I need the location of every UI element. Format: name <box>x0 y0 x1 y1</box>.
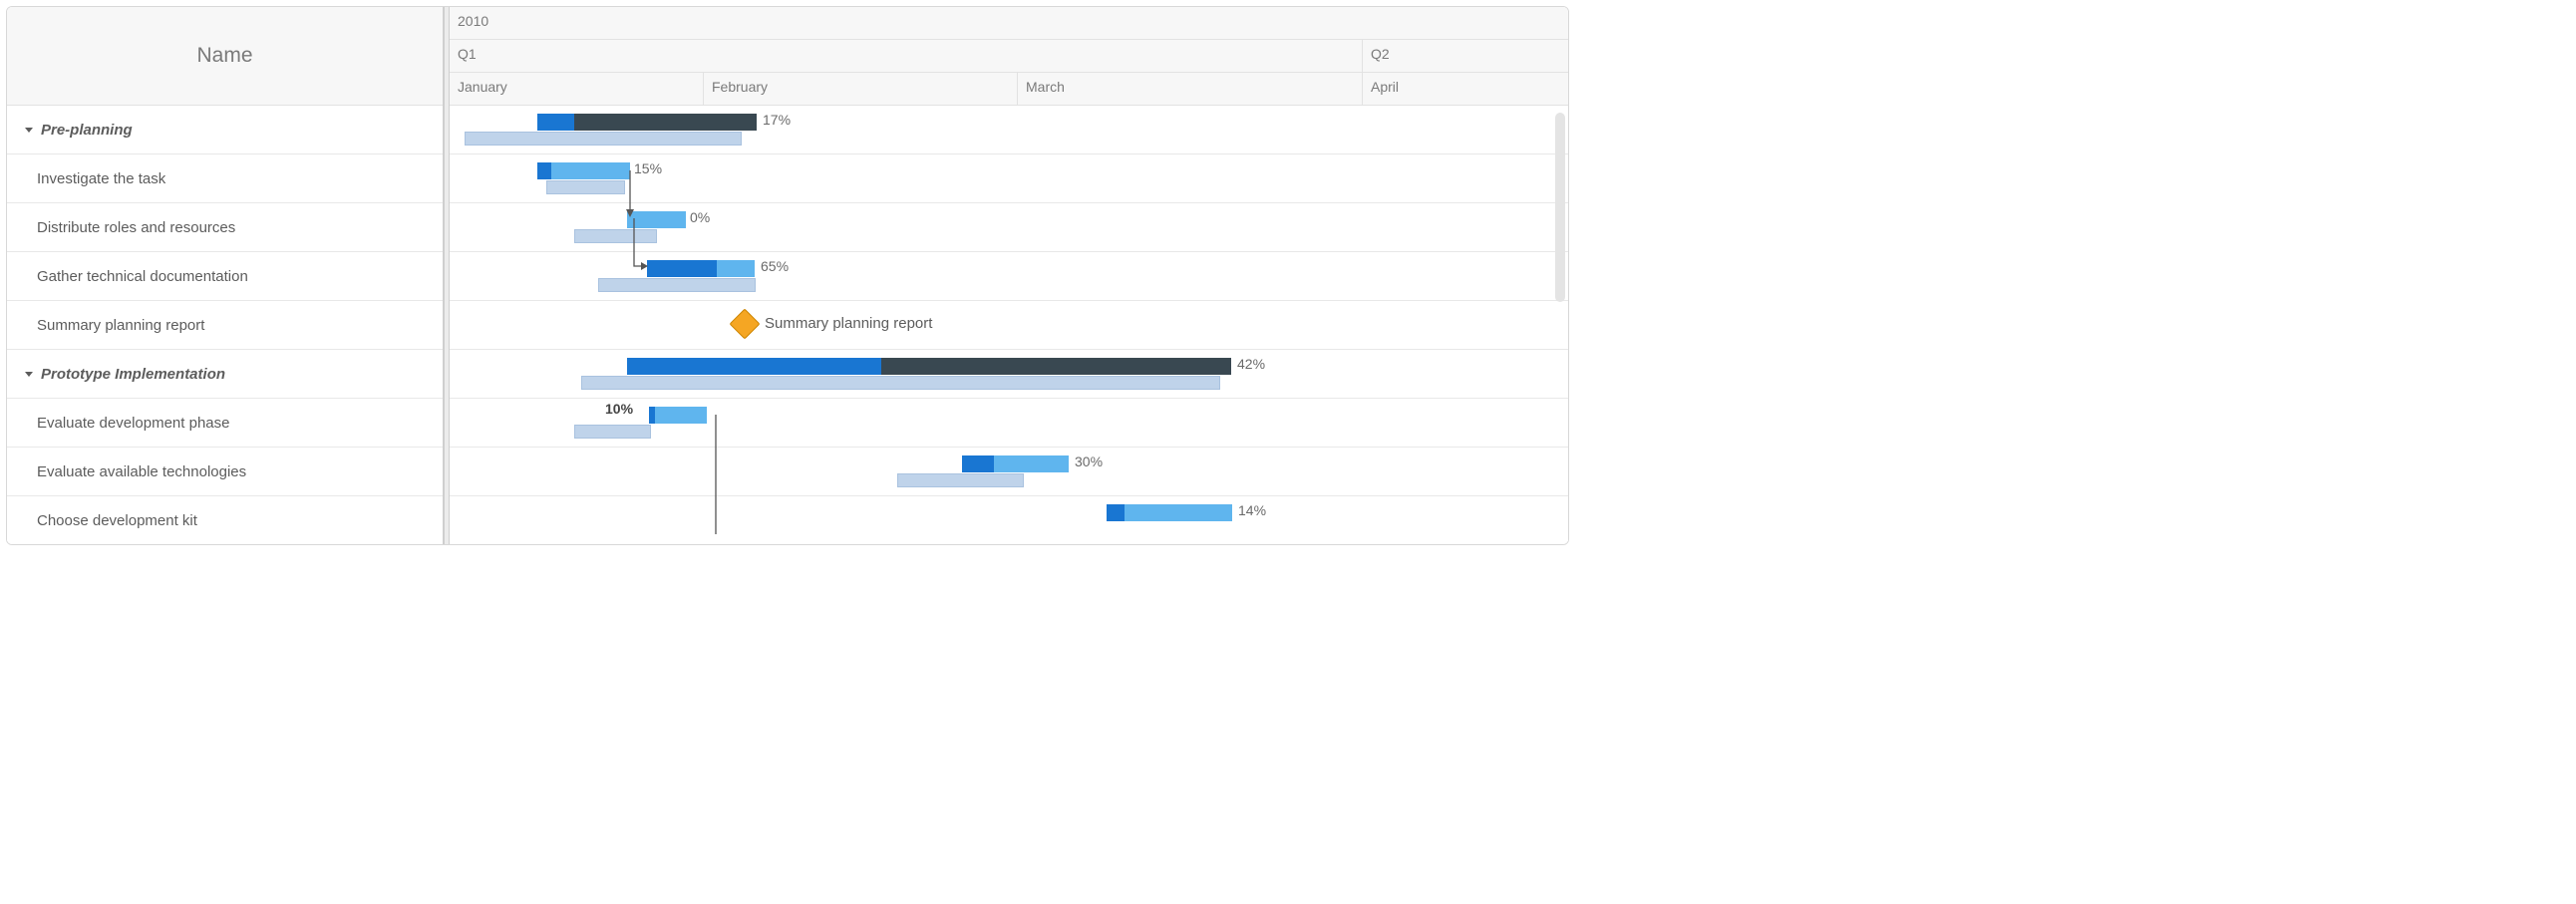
task-row[interactable]: Gather technical documentation <box>7 252 443 301</box>
task-label: Pre-planning <box>41 122 133 139</box>
milestone-label: Summary planning report <box>765 315 932 332</box>
progress-label: 65% <box>761 258 789 274</box>
timeline-header: 2010 Q1 Q2 January February March April <box>450 7 1568 106</box>
task-bar-eval-dev[interactable] <box>649 407 707 424</box>
task-label: Choose development kit <box>37 512 197 529</box>
progress-label: 14% <box>1238 502 1266 518</box>
task-label: Investigate the task <box>37 170 165 187</box>
progress-label: 10% <box>605 401 633 417</box>
task-bar-gather[interactable] <box>647 260 755 277</box>
task-row[interactable]: Distribute roles and resources <box>7 203 443 252</box>
progress-label: 30% <box>1075 453 1103 469</box>
task-row[interactable]: Choose development kit <box>7 496 443 545</box>
hdr-mar: March <box>1018 73 1363 106</box>
task-label: Gather technical documentation <box>37 268 248 285</box>
timeline-body[interactable]: 17% 15% 0% 65% <box>450 106 1568 544</box>
task-label: Summary planning report <box>37 317 204 334</box>
hdr-feb: February <box>704 73 1018 106</box>
collapse-icon[interactable] <box>25 372 33 377</box>
task-row-preplanning[interactable]: Pre-planning <box>7 106 443 154</box>
task-row[interactable]: Evaluate available technologies <box>7 448 443 496</box>
task-bar-distribute[interactable] <box>627 211 686 228</box>
baseline-bar[interactable] <box>574 425 651 439</box>
group-bar-preplanning[interactable] <box>537 114 757 131</box>
task-label: Distribute roles and resources <box>37 219 235 236</box>
left-header-name[interactable]: Name <box>7 7 443 106</box>
hdr-q2: Q2 <box>1363 40 1568 72</box>
baseline-bar[interactable] <box>581 376 1220 390</box>
task-label: Evaluate development phase <box>37 415 229 432</box>
task-bar-eval-tech[interactable] <box>962 455 1069 472</box>
task-bar-choose-kit[interactable] <box>1107 504 1232 521</box>
task-bar-investigate[interactable] <box>537 162 630 179</box>
baseline-bar[interactable] <box>598 278 756 292</box>
task-label: Prototype Implementation <box>41 366 225 383</box>
progress-label: 17% <box>763 112 791 128</box>
task-row-prototype[interactable]: Prototype Implementation <box>7 350 443 399</box>
baseline-bar[interactable] <box>897 473 1024 487</box>
gantt-right-panel[interactable]: 2010 Q1 Q2 January February March April <box>450 7 1568 544</box>
gantt-container: Name Pre-planning Investigate the task D… <box>6 6 1569 545</box>
vertical-scrollbar[interactable] <box>1555 113 1565 302</box>
collapse-icon[interactable] <box>25 128 33 133</box>
hdr-q1: Q1 <box>450 40 1363 72</box>
gantt-left-panel: Name Pre-planning Investigate the task D… <box>7 7 444 544</box>
baseline-bar[interactable] <box>465 132 742 146</box>
task-row[interactable]: Investigate the task <box>7 154 443 203</box>
baseline-bar[interactable] <box>546 180 625 194</box>
progress-label: 15% <box>634 160 662 176</box>
task-row[interactable]: Evaluate development phase <box>7 399 443 448</box>
hdr-jan: January <box>450 73 704 106</box>
task-row[interactable]: Summary planning report <box>7 301 443 350</box>
baseline-bar[interactable] <box>574 229 657 243</box>
progress-label: 0% <box>690 209 710 225</box>
progress-label: 42% <box>1237 356 1265 372</box>
hdr-apr: April <box>1363 73 1568 106</box>
group-bar-prototype[interactable] <box>627 358 1231 375</box>
hdr-year: 2010 <box>450 7 1568 39</box>
task-label: Evaluate available technologies <box>37 463 246 480</box>
